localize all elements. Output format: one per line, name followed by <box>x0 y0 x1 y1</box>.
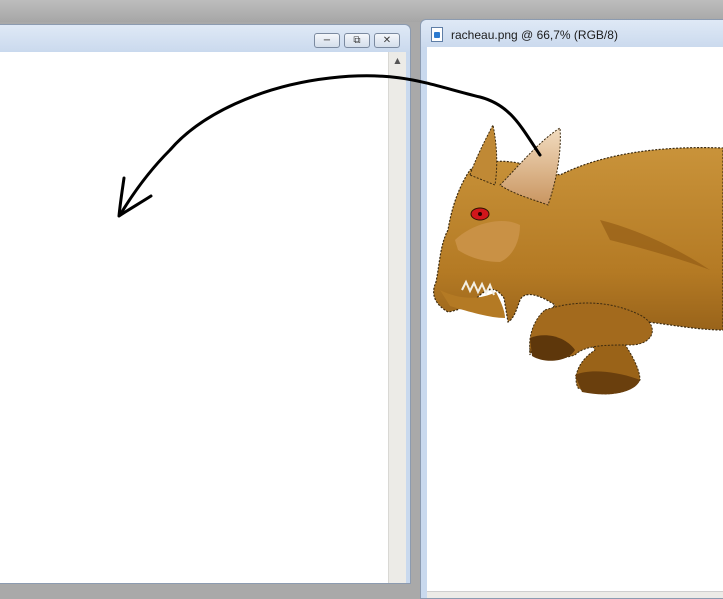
creature-pupil <box>478 212 482 216</box>
status-bar <box>427 591 723 598</box>
canvas-overlay <box>117 74 723 395</box>
creature-ear-back <box>469 123 498 186</box>
creature-artwork <box>433 123 723 395</box>
